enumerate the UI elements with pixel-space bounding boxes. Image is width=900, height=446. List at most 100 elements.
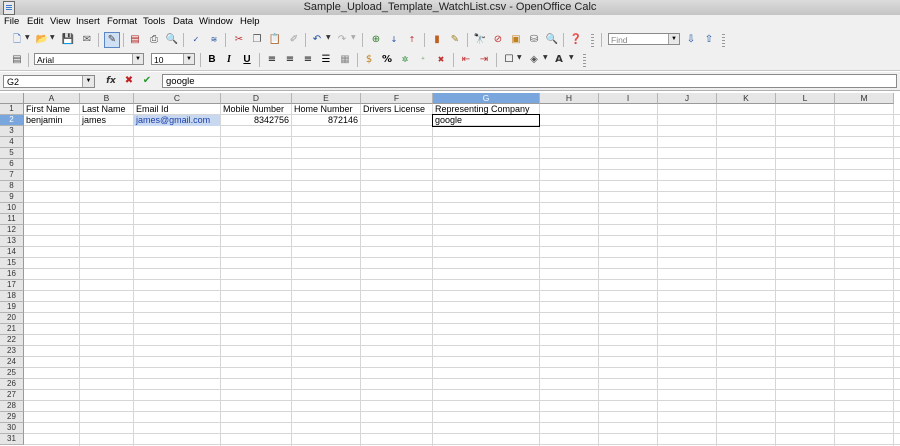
row-header-9[interactable]: 9 <box>0 192 24 203</box>
toolbar-grip[interactable] <box>583 54 586 67</box>
row-header-23[interactable]: 23 <box>0 346 24 357</box>
row-header-16[interactable]: 16 <box>0 269 24 280</box>
row-header-5[interactable]: 5 <box>0 148 24 159</box>
cell-g1[interactable]: Representing Company <box>433 104 539 115</box>
row-header-21[interactable]: 21 <box>0 324 24 335</box>
row-header-2[interactable]: 2 <box>0 115 24 126</box>
row-header-24[interactable]: 24 <box>0 357 24 368</box>
find-dropdown-icon[interactable]: ▼ <box>668 34 679 44</box>
zoom-icon[interactable]: 🔍 <box>545 33 559 47</box>
name-box-dropdown-icon[interactable]: ▼ <box>82 76 94 87</box>
row-header-7[interactable]: 7 <box>0 170 24 181</box>
accept-icon[interactable]: ✔ <box>140 74 154 88</box>
edit-file-icon[interactable]: ✎ <box>104 32 120 48</box>
cell-b1[interactable]: Last Name <box>80 104 133 115</box>
justify-icon[interactable]: ☰ <box>319 53 333 67</box>
column-header-l[interactable]: L <box>776 93 835 104</box>
row-header-10[interactable]: 10 <box>0 203 24 214</box>
menu-view[interactable]: View <box>50 16 70 27</box>
row-header-29[interactable]: 29 <box>0 412 24 423</box>
column-header-k[interactable]: K <box>717 93 776 104</box>
export-pdf-icon[interactable]: ▤ <box>128 33 142 47</box>
menu-edit[interactable]: Edit <box>27 16 43 27</box>
print-icon[interactable]: ⎙ <box>147 33 161 47</box>
chart-icon[interactable]: ▮ <box>430 33 444 47</box>
align-left-icon[interactable]: ≡ <box>265 53 279 67</box>
row-header-20[interactable]: 20 <box>0 313 24 324</box>
gallery-icon[interactable]: ▣ <box>509 33 523 47</box>
row-header-4[interactable]: 4 <box>0 137 24 148</box>
help-icon[interactable]: ❓ <box>569 33 583 47</box>
column-header-f[interactable]: F <box>361 93 433 104</box>
align-right-icon[interactable]: ≡ <box>301 53 315 67</box>
name-box[interactable]: G2 ▼ <box>3 75 95 88</box>
row-header-12[interactable]: 12 <box>0 225 24 236</box>
print-preview-icon[interactable]: 🔍 <box>165 33 179 47</box>
add-decimal-icon[interactable]: ⁺ <box>416 53 430 67</box>
cancel-icon[interactable]: ✖ <box>122 74 136 88</box>
menu-format[interactable]: Format <box>107 16 137 27</box>
align-center-icon[interactable]: ≡ <box>283 53 297 67</box>
percent-format-button[interactable]: % <box>380 53 394 67</box>
row-header-25[interactable]: 25 <box>0 368 24 379</box>
formula-input[interactable]: google <box>162 74 897 88</box>
redo-dropdown-arrow[interactable]: ▼ <box>351 34 356 41</box>
merge-cells-icon[interactable]: ▦ <box>338 53 352 67</box>
column-header-j[interactable]: J <box>658 93 717 104</box>
redo-icon[interactable]: ↷ <box>335 33 349 47</box>
copy-icon[interactable]: ❐ <box>250 33 264 47</box>
column-header-e[interactable]: E <box>292 93 361 104</box>
find-next-icon[interactable]: ⇩ <box>684 33 698 47</box>
font-color-dropdown-arrow[interactable]: ▼ <box>569 54 574 61</box>
borders-icon[interactable]: ☐ <box>502 53 516 67</box>
increase-indent-icon[interactable]: ⇥ <box>477 53 491 67</box>
sort-descending-icon[interactable]: ↑ <box>405 33 419 47</box>
borders-dropdown-arrow[interactable]: ▼ <box>517 54 522 61</box>
row-header-3[interactable]: 3 <box>0 126 24 137</box>
font-size-combo[interactable]: 10 ▼ <box>151 53 195 65</box>
decrease-indent-icon[interactable]: ⇤ <box>459 53 473 67</box>
function-wizard-button[interactable]: fx <box>104 74 118 88</box>
paste-icon[interactable]: 📋 <box>268 33 282 47</box>
row-header-15[interactable]: 15 <box>0 258 24 269</box>
standard-format-icon[interactable]: ✲ <box>398 53 412 67</box>
font-name-dropdown-icon[interactable]: ▼ <box>132 54 143 64</box>
row-header-13[interactable]: 13 <box>0 236 24 247</box>
find-replace-icon[interactable]: 🔭 <box>473 33 487 47</box>
save-icon[interactable]: 💾 <box>61 33 75 47</box>
column-header-h[interactable]: H <box>540 93 599 104</box>
toolbar-grip[interactable] <box>722 34 725 47</box>
background-color-icon[interactable]: ◈ <box>527 53 541 67</box>
underline-button[interactable]: U <box>240 53 254 67</box>
italic-button[interactable]: I <box>222 53 236 67</box>
menu-file[interactable]: File <box>4 16 19 27</box>
cell-c2[interactable]: james@gmail.com <box>134 115 220 126</box>
background-color-dropdown-arrow[interactable]: ▼ <box>543 54 548 61</box>
row-header-26[interactable]: 26 <box>0 379 24 390</box>
cell-g2[interactable]: google <box>432 114 540 127</box>
font-color-icon[interactable]: A <box>552 53 566 67</box>
menu-tools[interactable]: Tools <box>143 16 165 27</box>
cut-icon[interactable]: ✂ <box>232 33 246 47</box>
column-header-d[interactable]: D <box>221 93 292 104</box>
column-header-b[interactable]: B <box>80 93 134 104</box>
cell-a1[interactable]: First Name <box>24 104 79 115</box>
find-previous-icon[interactable]: ⇧ <box>702 33 716 47</box>
cell-d1[interactable]: Mobile Number <box>221 104 291 115</box>
column-header-m[interactable]: M <box>835 93 894 104</box>
font-name-combo[interactable]: Arial ▼ <box>34 53 144 65</box>
data-sources-icon[interactable]: ⛁ <box>527 33 541 47</box>
column-header-c[interactable]: C <box>134 93 221 104</box>
undo-dropdown-arrow[interactable]: ▼ <box>326 34 331 41</box>
delete-decimal-icon[interactable]: ✖ <box>434 53 448 67</box>
menu-insert[interactable]: Insert <box>76 16 100 27</box>
row-header-18[interactable]: 18 <box>0 291 24 302</box>
spellcheck-icon[interactable]: ✓ <box>189 33 203 47</box>
toolbar-grip[interactable] <box>591 34 594 47</box>
row-header-6[interactable]: 6 <box>0 159 24 170</box>
currency-format-icon[interactable]: $ <box>362 53 376 67</box>
open-dropdown-arrow[interactable]: ▼ <box>50 34 55 41</box>
cell-e2[interactable]: 872146 <box>292 115 360 126</box>
menu-data[interactable]: Data <box>173 16 193 27</box>
new-document-icon[interactable]: 🗋 <box>10 33 24 47</box>
